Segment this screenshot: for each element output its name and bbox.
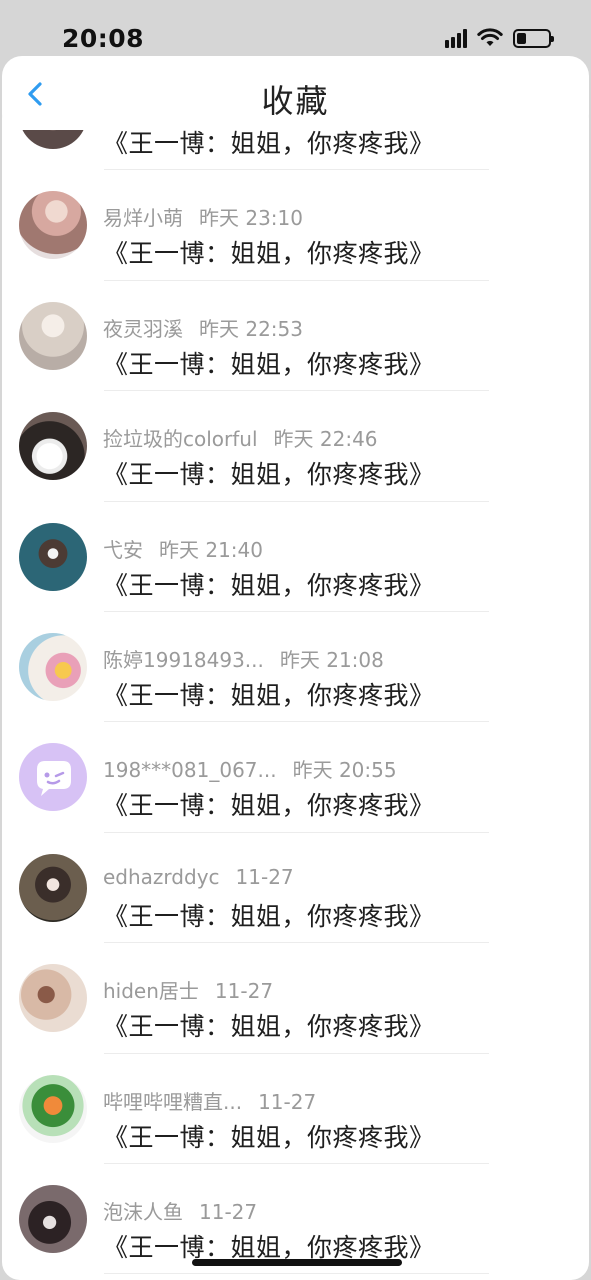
- favorite-message[interactable]: 《王一博：姐姐，你疼疼我》: [103, 234, 435, 270]
- timestamp: 11-27: [214, 979, 274, 1004]
- timestamp: 11-27: [258, 1089, 317, 1114]
- item-meta: 哔哩哔哩糟直... 11-27: [103, 1086, 316, 1115]
- avatar[interactable]: [19, 301, 87, 370]
- cellular-signal-icon: [445, 28, 467, 48]
- home-indicator[interactable]: [192, 1259, 402, 1266]
- favorite-item[interactable]: 哔哩哔哩糟直... 11-27 《王一博：姐姐，你疼疼我》: [2, 1054, 589, 1165]
- favorite-item[interactable]: 陈婷19918493... 昨天 21:08 《王一博：姐姐，你疼疼我》: [2, 612, 589, 723]
- favorite-item[interactable]: hiden居士 11-27 《王一博：姐姐，你疼疼我》: [2, 943, 589, 1054]
- avatar[interactable]: [19, 1184, 87, 1253]
- favorite-item[interactable]: 捡垃圾的colorful 昨天 22:46 《王一博：姐姐，你疼疼我》: [2, 391, 589, 502]
- timestamp: 11-27: [199, 1199, 258, 1224]
- favorite-item[interactable]: 夜灵羽溪 昨天 22:53 《王一博：姐姐，你疼疼我》: [2, 281, 589, 392]
- page-title: 收藏: [261, 82, 330, 120]
- item-meta: edhazrddyc 11-27: [103, 865, 294, 889]
- favorite-item[interactable]: 198***081_067... 昨天 20:55 《王一博：姐姐，你疼疼我》: [2, 722, 589, 834]
- user-name[interactable]: 198***081_067...: [103, 758, 277, 782]
- timestamp: 昨天 22:46: [273, 427, 378, 452]
- favorite-message[interactable]: 《王一博：姐姐，你疼疼我》: [103, 676, 435, 712]
- item-meta: 捡垃圾的colorful 昨天 22:46: [103, 423, 378, 452]
- timestamp: 11-27: [235, 864, 294, 889]
- status-bar: 20:08: [0, 0, 591, 56]
- nav-bar: 收藏: [2, 56, 589, 130]
- favorites-list: 《王一博：姐姐，你疼疼我》 易烊小萌 昨天 23:10 《王一博：姐姐，你疼疼我》 夜灵…: [2, 100, 589, 1275]
- item-meta: hiden居士 11-27: [103, 975, 273, 1004]
- favorite-message[interactable]: 《王一博：姐姐，你疼疼我》: [103, 1007, 435, 1043]
- avatar[interactable]: [19, 1074, 87, 1143]
- favorite-message[interactable]: 《王一博：姐姐，你疼疼我》: [103, 455, 435, 491]
- item-meta: 易烊小萌 昨天 23:10: [103, 202, 303, 231]
- wifi-icon: [477, 28, 503, 46]
- favorites-list-card: 《王一博：姐姐，你疼疼我》 易烊小萌 昨天 23:10 《王一博：姐姐，你疼疼我》 夜灵…: [2, 100, 589, 1280]
- item-meta: 弋安 昨天 21:40: [103, 534, 263, 563]
- timestamp: 昨天 20:55: [292, 758, 397, 783]
- user-name[interactable]: 哔哩哔哩糟直...: [103, 1090, 242, 1114]
- favorite-item[interactable]: 易烊小萌 昨天 23:10 《王一博：姐姐，你疼疼我》: [2, 170, 589, 282]
- user-name[interactable]: 易烊小萌: [103, 206, 183, 230]
- item-meta: 夜灵羽溪 昨天 22:53: [103, 313, 303, 342]
- avatar[interactable]: [19, 853, 87, 922]
- favorite-message[interactable]: 《王一博：姐姐，你疼疼我》: [103, 1118, 435, 1154]
- timestamp: 昨天 21:40: [159, 537, 263, 562]
- status-time: 20:08: [62, 24, 145, 53]
- favorite-message[interactable]: 《王一博：姐姐，你疼疼我》: [103, 566, 435, 602]
- avatar[interactable]: [19, 191, 87, 260]
- user-name[interactable]: 捡垃圾的colorful: [103, 427, 258, 451]
- user-name[interactable]: 泡沫人鱼: [103, 1200, 183, 1224]
- timestamp: 昨天 23:10: [199, 206, 303, 231]
- avatar[interactable]: [19, 412, 87, 481]
- favorite-message[interactable]: 《王一博：姐姐，你疼疼我》: [103, 786, 435, 822]
- status-icons: [445, 26, 554, 50]
- user-name[interactable]: hiden居士: [103, 979, 199, 1003]
- item-meta: 198***081_067... 昨天 20:55: [103, 754, 397, 783]
- timestamp: 昨天 22:53: [199, 316, 303, 341]
- user-name[interactable]: edhazrddyc: [103, 865, 220, 889]
- favorite-message[interactable]: 《王一博：姐姐，你疼疼我》: [103, 897, 435, 933]
- favorite-item[interactable]: 泡沫人鱼 11-27 《王一博：姐姐，你疼疼我》: [2, 1164, 589, 1275]
- favorite-message[interactable]: 《王一博：姐姐，你疼疼我》: [103, 345, 435, 381]
- user-name[interactable]: 夜灵羽溪: [103, 317, 183, 341]
- battery-icon: [513, 28, 554, 48]
- timestamp: 昨天 21:08: [279, 647, 384, 672]
- avatar[interactable]: [19, 964, 87, 1033]
- chat-bubble-icon[interactable]: [19, 743, 87, 812]
- user-name[interactable]: 弋安: [103, 538, 143, 562]
- item-meta: 陈婷19918493... 昨天 21:08: [103, 644, 384, 673]
- favorite-item[interactable]: 弋安 昨天 21:40 《王一博：姐姐，你疼疼我》: [2, 502, 589, 613]
- avatar[interactable]: [19, 522, 87, 591]
- user-name[interactable]: 陈婷19918493...: [103, 648, 264, 672]
- item-meta: 泡沫人鱼 11-27: [103, 1196, 257, 1225]
- avatar[interactable]: [19, 632, 87, 701]
- favorite-item[interactable]: edhazrddyc 11-27 《王一博：姐姐，你疼疼我》: [2, 833, 589, 944]
